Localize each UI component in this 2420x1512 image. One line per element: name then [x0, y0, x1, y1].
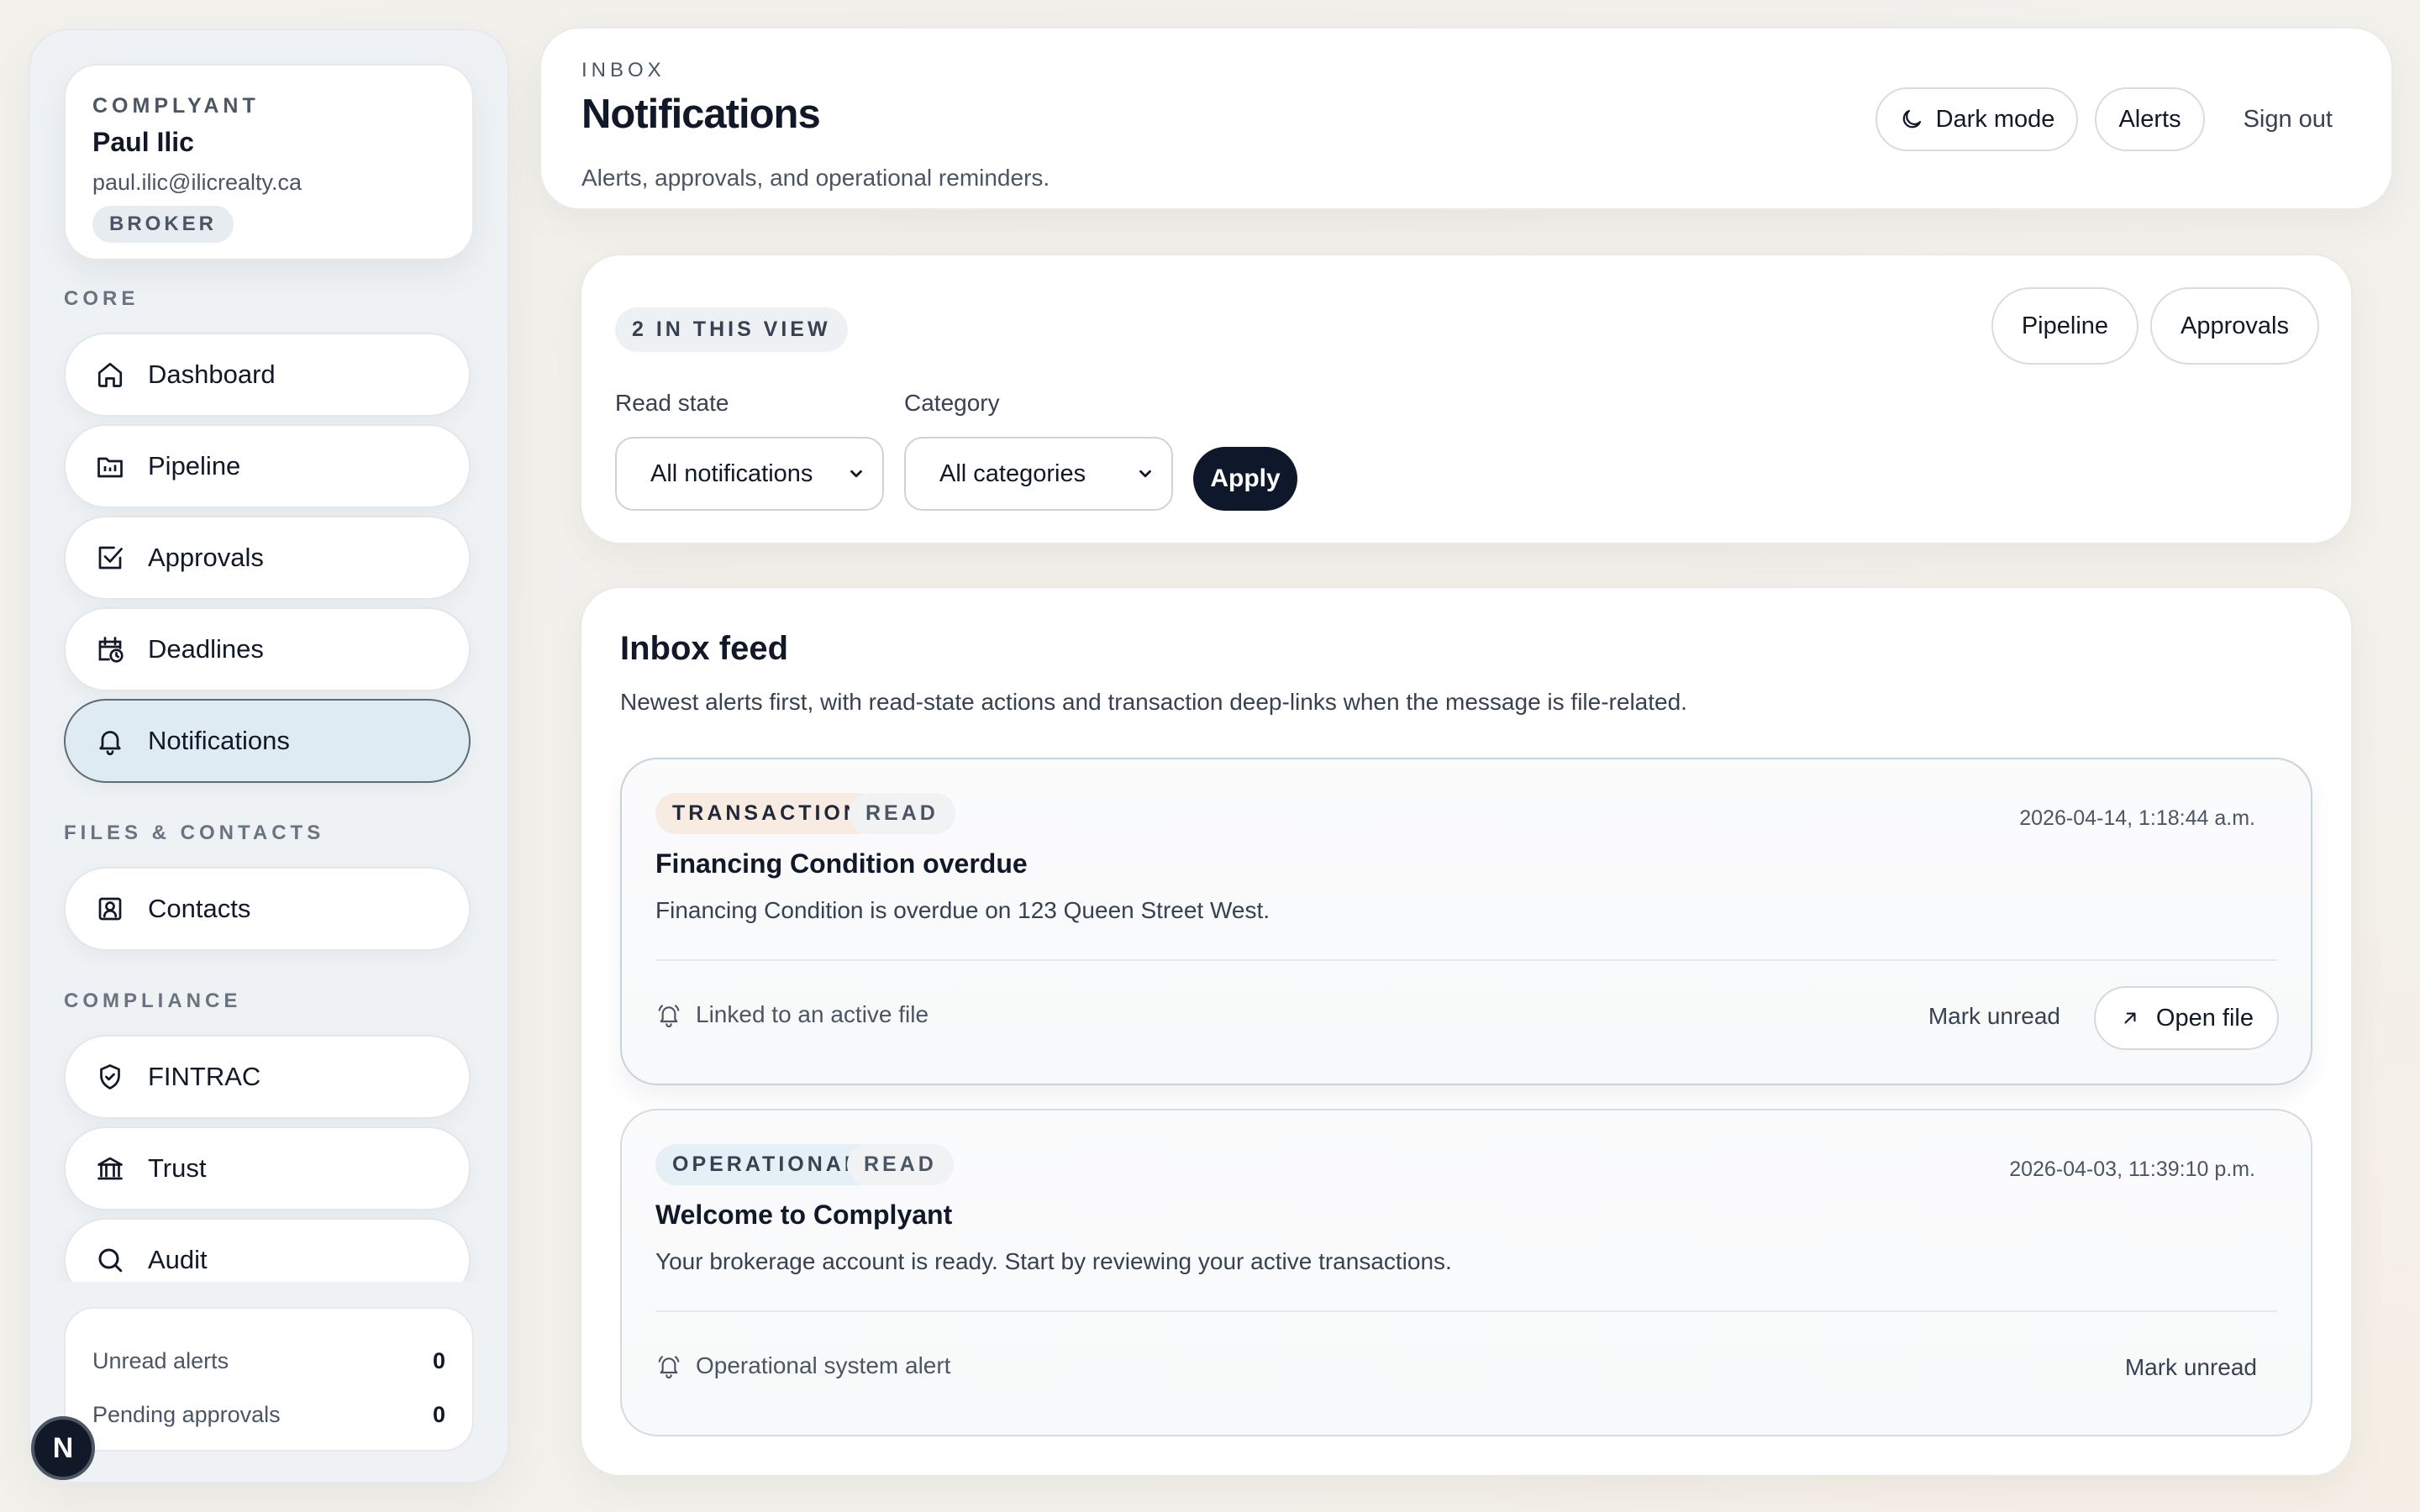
inbox-feed-card: Inbox feed Newest alerts first, with rea… — [580, 586, 2353, 1477]
notification-footer: Linked to an active file — [655, 1001, 929, 1028]
user-name: Paul Ilic — [92, 127, 194, 157]
dark-mode-button[interactable]: Dark mode — [1875, 87, 2079, 151]
mark-unread-button[interactable]: Mark unread — [2125, 1354, 2257, 1381]
header-actions: Dark mode Alerts Sign out — [1875, 87, 2333, 151]
sidebar-item-trust[interactable]: Trust — [64, 1126, 471, 1210]
category-value: All categories — [939, 459, 1086, 487]
section-label-files-contacts: FILES & CONTACTS — [64, 822, 325, 844]
bell-icon — [94, 725, 126, 757]
notification-item[interactable]: TRANSACTION READ 2026-04-14, 1:18:44 a.m… — [620, 758, 2312, 1085]
filter-card: 2 IN THIS VIEW Pipeline Approvals Read s… — [580, 254, 2353, 544]
category-label: Category — [904, 390, 1000, 416]
sidebar-item-label: Trust — [148, 1153, 207, 1183]
sidebar-item-label: Dashboard — [148, 360, 276, 389]
notification-footer: Operational system alert — [655, 1352, 950, 1379]
approvals-button[interactable]: Approvals — [2150, 287, 2319, 365]
notification-title: Welcome to Complyant — [655, 1200, 953, 1230]
bell-ring-icon — [658, 1356, 680, 1378]
notification-timestamp: 2026-04-03, 11:39:10 p.m. — [2009, 1158, 2255, 1181]
sidebar-item-contacts[interactable]: Contacts — [64, 867, 471, 951]
notification-divider — [655, 959, 2277, 961]
stats-card: Unread alerts 0 Pending approvals 0 — [64, 1307, 474, 1452]
filter-quick-links: Pipeline Approvals — [1980, 287, 2319, 365]
brand-name: COMPLYANT — [92, 94, 260, 118]
page-title: Notifications — [581, 92, 821, 137]
chevron-down-icon — [1139, 470, 1151, 478]
read-state-label: Read state — [615, 390, 729, 416]
notification-item[interactable]: OPERATIONAL READ 2026-04-03, 11:39:10 p.… — [620, 1109, 2312, 1436]
apply-button[interactable]: Apply — [1193, 447, 1297, 511]
sidebar-item-deadlines[interactable]: Deadlines — [64, 607, 471, 691]
notification-divider — [655, 1310, 2277, 1312]
search-icon — [94, 1244, 126, 1276]
bell-ring-icon — [658, 1005, 680, 1027]
notification-title: Financing Condition overdue — [655, 848, 1028, 879]
stat-value: 0 — [432, 1347, 445, 1373]
moon-icon — [1902, 109, 1921, 129]
role-badge: BROKER — [92, 206, 234, 243]
sidebar-item-fintrac[interactable]: FINTRAC — [64, 1035, 471, 1119]
notification-body: Financing Condition is overdue on 123 Qu… — [655, 897, 1270, 923]
shield-check-icon — [94, 1061, 126, 1093]
sidebar-item-label: Deadlines — [148, 634, 264, 664]
stat-pending-approvals: Pending approvals 0 — [92, 1388, 445, 1441]
sidebar-item-label: Pipeline — [148, 451, 241, 480]
sidebar-item-pipeline[interactable]: Pipeline — [64, 424, 471, 508]
sidebar-item-approvals[interactable]: Approvals — [64, 516, 471, 600]
stat-unread-alerts: Unread alerts 0 — [92, 1334, 445, 1388]
category-tag: TRANSACTION — [655, 793, 879, 834]
user-email: paul.ilic@ilicrealty.ca — [92, 170, 302, 195]
section-label-core: CORE — [64, 287, 139, 310]
read-state-tag: READ — [849, 793, 955, 834]
notification-footer-text: Operational system alert — [696, 1352, 951, 1378]
category-select[interactable]: All categories — [904, 437, 1173, 511]
open-file-label: Open file — [2155, 1004, 2254, 1032]
bank-icon — [94, 1152, 126, 1184]
section-label-compliance: COMPLIANCE — [64, 990, 242, 1012]
checkbox-icon — [94, 542, 126, 574]
dark-mode-label: Dark mode — [1935, 105, 2055, 133]
calendar-clock-icon — [94, 633, 126, 665]
home-icon — [94, 359, 126, 391]
page-header: INBOX Notifications Alerts, approvals, a… — [539, 27, 2393, 210]
page-subtitle: Alerts, approvals, and operational remin… — [581, 165, 1050, 191]
sidebar-item-label: FINTRAC — [148, 1062, 261, 1091]
feed-title: Inbox feed — [620, 630, 789, 667]
notification-footer-text: Linked to an active file — [696, 1001, 929, 1027]
sidebar-item-notifications[interactable]: Notifications — [64, 699, 471, 783]
count-badge: 2 IN THIS VIEW — [615, 307, 848, 352]
sidebar-item-label: Contacts — [148, 894, 251, 923]
sidebar-item-dashboard[interactable]: Dashboard — [64, 333, 471, 417]
pipeline-button[interactable]: Pipeline — [1991, 287, 2139, 365]
stat-label: Pending approvals — [92, 1401, 281, 1427]
notification-body: Your brokerage account is ready. Start b… — [655, 1248, 1452, 1274]
read-state-select[interactable]: All notifications — [615, 437, 884, 511]
chevron-down-icon — [850, 470, 862, 478]
arrow-up-right-icon — [2124, 1012, 2136, 1024]
sidebar-item-label: Audit — [148, 1245, 208, 1274]
category-tag: OPERATIONAL — [655, 1144, 878, 1185]
open-file-button[interactable]: Open file — [2093, 986, 2279, 1050]
alerts-button[interactable]: Alerts — [2095, 87, 2205, 151]
profile-card: COMPLYANT Paul Ilic paul.ilic@ilicrealty… — [64, 64, 474, 260]
sidebar-item-label: Approvals — [148, 543, 264, 572]
sign-out-button[interactable]: Sign out — [2244, 106, 2333, 134]
read-state-tag: READ — [847, 1144, 954, 1185]
sidebar: COMPLYANT Paul Ilic paul.ilic@ilicrealty… — [29, 29, 509, 1483]
mark-unread-button[interactable]: Mark unread — [1928, 1003, 2060, 1030]
page-eyebrow: INBOX — [581, 59, 666, 81]
stat-value: 0 — [432, 1401, 445, 1427]
contact-card-icon — [94, 893, 126, 925]
read-state-value: All notifications — [650, 459, 813, 487]
floating-n-badge[interactable]: N — [31, 1416, 95, 1480]
sidebar-item-label: Notifications — [148, 726, 290, 755]
notification-timestamp: 2026-04-14, 1:18:44 a.m. — [2019, 806, 2255, 830]
stat-label: Unread alerts — [92, 1347, 229, 1373]
feed-subtitle: Newest alerts first, with read-state act… — [620, 689, 1687, 715]
pipeline-folder-icon — [94, 450, 126, 482]
